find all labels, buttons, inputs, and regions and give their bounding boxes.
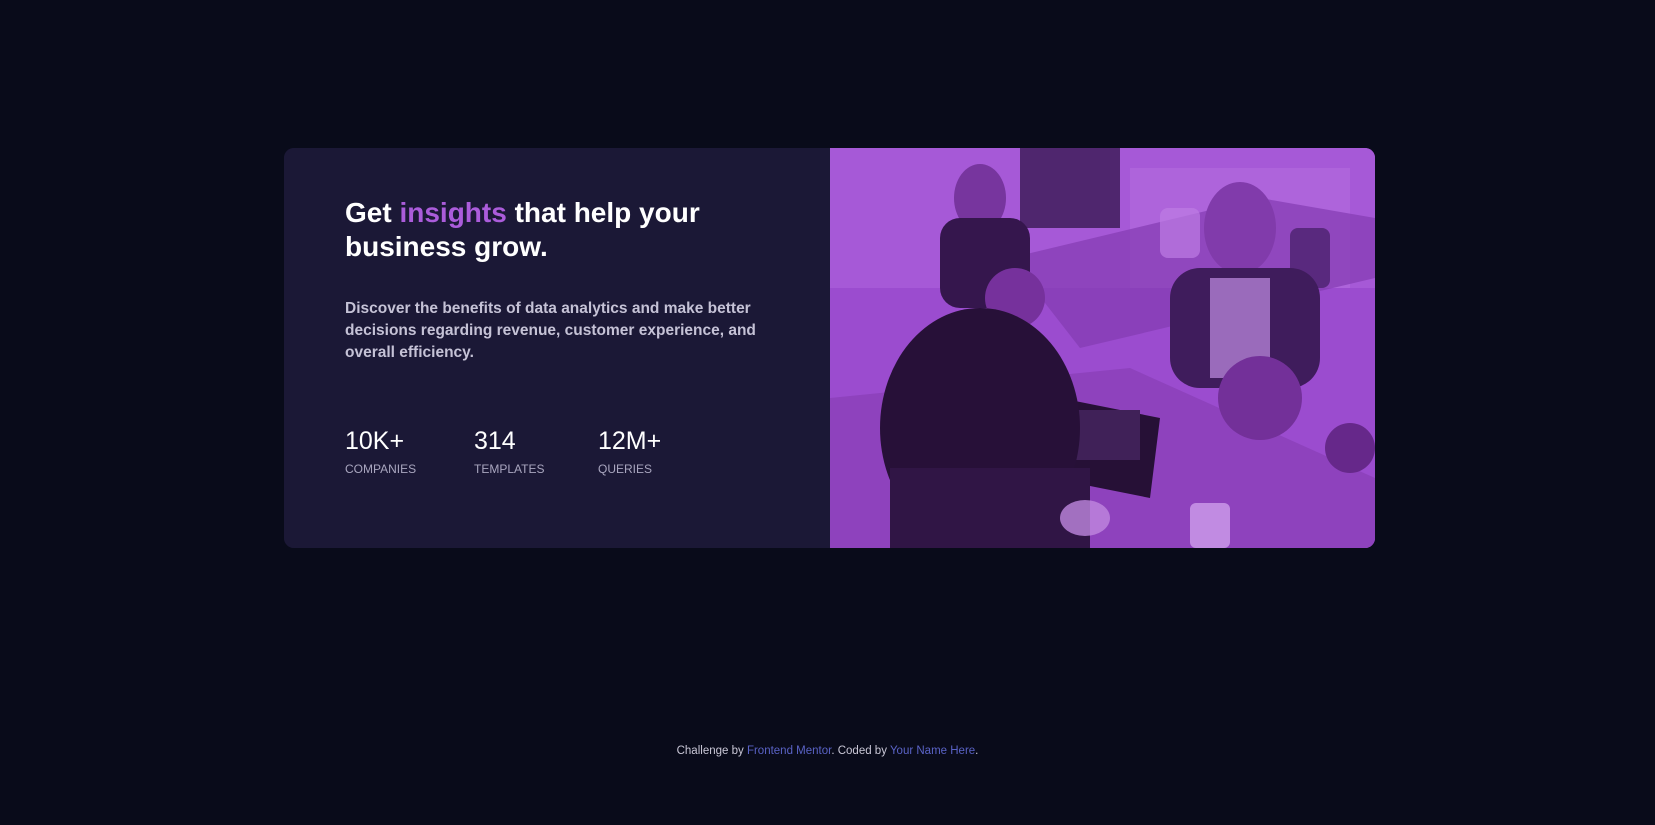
- stat-value: 314: [474, 427, 516, 455]
- frontend-mentor-link[interactable]: Frontend Mentor: [747, 745, 831, 757]
- page: Get insights that help your business gro…: [0, 0, 1655, 825]
- footer-prefix: Challenge by: [676, 745, 747, 757]
- description: Discover the benefits of data analytics …: [345, 300, 756, 361]
- header-image: [830, 148, 1375, 548]
- stat-label: COMPANIES: [345, 462, 417, 476]
- card-text-panel: Get insights that help your business gro…: [284, 148, 830, 548]
- attribution-footer: Challenge by Frontend Mentor. Coded by Y…: [0, 745, 1655, 757]
- stat-queries: 12M+ QUERIES: [598, 426, 698, 476]
- author-link[interactable]: Your Name Here: [890, 745, 975, 757]
- stat-companies: 10K+ COMPANIES: [345, 426, 474, 476]
- headline-prefix: Get: [345, 197, 400, 228]
- stat-value: 10K+: [345, 427, 405, 455]
- headline: Get insights that help your business gro…: [345, 196, 765, 264]
- stat-label: TEMPLATES: [474, 462, 545, 476]
- stats-preview-card: Get insights that help your business gro…: [284, 148, 1375, 548]
- stat-templates: 314 TEMPLATES: [474, 426, 598, 476]
- headline-accent: insights: [399, 197, 507, 228]
- stat-value: 12M+: [598, 427, 662, 455]
- footer-suffix: .: [975, 745, 979, 757]
- stat-label: QUERIES: [598, 462, 653, 476]
- office-photo-illustration: [830, 148, 1375, 548]
- footer-middle: . Coded by: [831, 745, 890, 757]
- stats-row: 10K+ COMPANIES 314 TEMPLATES 12M+ QUERIE…: [345, 426, 698, 476]
